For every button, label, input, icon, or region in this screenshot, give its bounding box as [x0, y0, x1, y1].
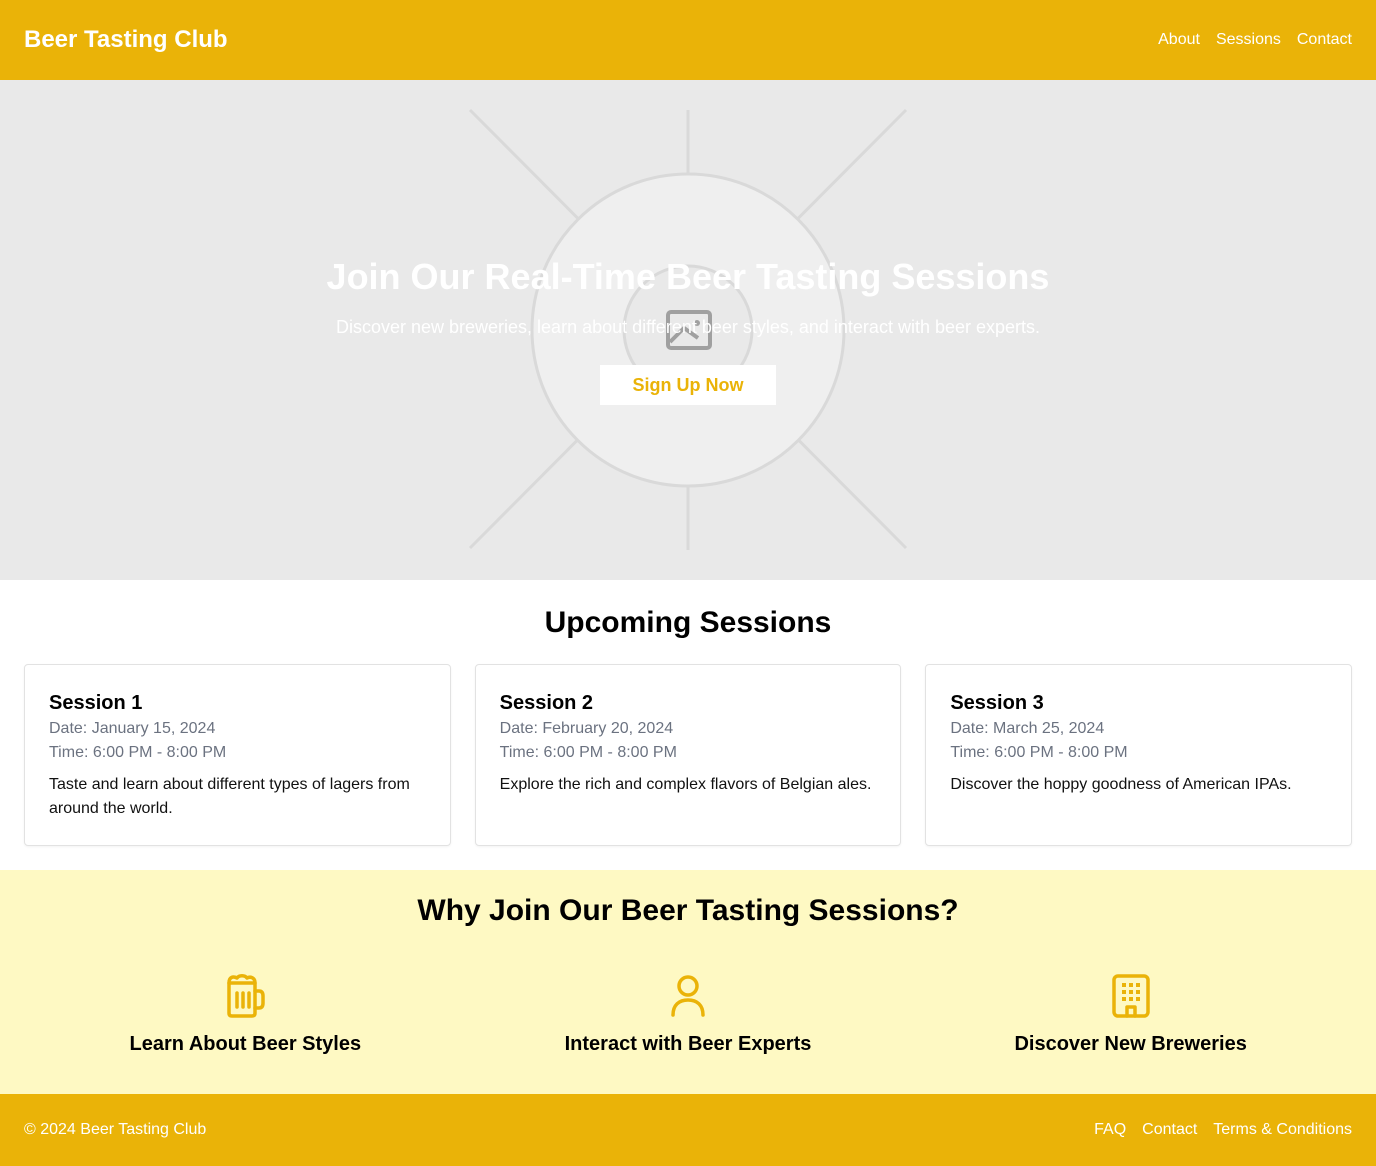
upcoming-sessions-section: Upcoming Sessions Session 1 Date: Januar…	[0, 580, 1376, 870]
session-title: Session 2	[499, 692, 594, 714]
session-time: Time: 6:00 PM - 8:00 PM	[49, 744, 227, 761]
nav-link-sessions[interactable]: Sessions	[1216, 31, 1281, 49]
user-icon	[664, 972, 712, 1020]
session-date: Date: January 15, 2024	[49, 720, 216, 737]
session-card[interactable]: Session 2 Date: February 20, 2024 Time: …	[474, 664, 902, 846]
feature-list: Learn About Beer Styles Interact with Be…	[0, 972, 1376, 1058]
sign-up-button[interactable]: Sign Up Now	[600, 365, 776, 405]
feature-label: Discover New Breweries	[1014, 1033, 1247, 1055]
feature-label: Learn About Beer Styles	[129, 1033, 362, 1055]
footer-links: FAQ Contact Terms & Conditions	[1094, 1121, 1352, 1139]
nav-link-contact[interactable]: Contact	[1297, 31, 1352, 49]
session-card[interactable]: Session 3 Date: March 25, 2024 Time: 6:0…	[925, 664, 1353, 846]
brand-title[interactable]: Beer Tasting Club	[24, 26, 228, 54]
session-card[interactable]: Session 1 Date: January 15, 2024 Time: 6…	[24, 664, 451, 846]
why-join-title: Why Join Our Beer Tasting Sessions?	[417, 894, 959, 927]
session-description: Discover the hoppy goodness of American …	[950, 776, 1292, 793]
session-title: Session 1	[49, 692, 143, 714]
footer-link-faq[interactable]: FAQ	[1094, 1121, 1126, 1139]
session-description: Taste and learn about different types of…	[49, 776, 410, 817]
session-description: Explore the rich and complex flavors of …	[499, 776, 872, 793]
copyright-text: © 2024 Beer Tasting Club	[24, 1121, 207, 1138]
session-date: Date: February 20, 2024	[499, 720, 674, 737]
footer-link-terms[interactable]: Terms & Conditions	[1213, 1121, 1352, 1139]
session-time: Time: 6:00 PM - 8:00 PM	[499, 744, 677, 761]
site-footer: © 2024 Beer Tasting Club FAQ Contact Ter…	[0, 1094, 1376, 1166]
footer-link-contact[interactable]: Contact	[1142, 1121, 1197, 1139]
session-title: Session 3	[950, 692, 1044, 714]
beer-mug-icon	[221, 972, 269, 1020]
sessions-title: Upcoming Sessions	[544, 606, 832, 639]
main-nav: About Sessions Contact	[1158, 31, 1352, 49]
hero-title: Join Our Real-Time Beer Tasting Sessions	[326, 256, 1050, 297]
site-header: Beer Tasting Club About Sessions Contact	[0, 0, 1376, 80]
hero-subtitle: Discover new breweries, learn about diff…	[335, 317, 1041, 337]
why-join-section: Why Join Our Beer Tasting Sessions? Lear…	[0, 870, 1376, 1094]
building-icon	[1107, 972, 1155, 1020]
session-cards: Session 1 Date: January 15, 2024 Time: 6…	[24, 664, 1353, 846]
hero-content: Join Our Real-Time Beer Tasting Sessions…	[0, 80, 1376, 580]
session-date: Date: March 25, 2024	[950, 720, 1105, 737]
feature-item: Interact with Beer Experts	[488, 972, 888, 1058]
feature-label: Interact with Beer Experts	[564, 1033, 812, 1055]
nav-link-about[interactable]: About	[1158, 31, 1200, 49]
feature-item: Discover New Breweries	[931, 972, 1331, 1058]
session-time: Time: 6:00 PM - 8:00 PM	[950, 744, 1128, 761]
hero-section: Join Our Real-Time Beer Tasting Sessions…	[0, 80, 1376, 580]
feature-item: Learn About Beer Styles	[45, 972, 445, 1058]
